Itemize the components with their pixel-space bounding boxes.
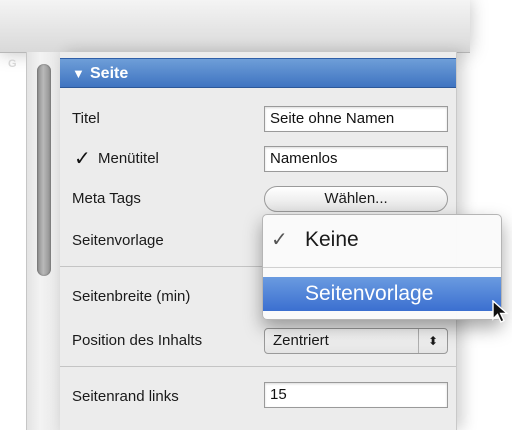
section-header-seite[interactable]: ▼ Seite bbox=[60, 58, 456, 88]
scrollbar-thumb[interactable] bbox=[37, 64, 51, 276]
checkmark-icon: ✓ bbox=[271, 229, 288, 251]
app-window: G ▼ Seite Titel Seite ohne Namen ✓ Menüt… bbox=[0, 0, 512, 430]
menu-item-label: Keine bbox=[305, 228, 359, 251]
scrollbar[interactable] bbox=[26, 52, 62, 430]
seitenrand-links-label: Seitenrand links bbox=[72, 388, 179, 405]
menu-item-seitenvorlage[interactable]: Seitenvorlage bbox=[263, 277, 501, 311]
menu-item-keine[interactable]: ✓ Keine bbox=[263, 223, 501, 257]
menutitel-input[interactable]: Namenlos bbox=[264, 146, 448, 172]
background-tab-label: G bbox=[8, 58, 17, 70]
disclosure-triangle-icon[interactable]: ▼ bbox=[72, 59, 85, 89]
position-select-value: Zentriert bbox=[273, 332, 329, 349]
mouse-pointer-icon bbox=[492, 300, 509, 323]
titel-input[interactable]: Seite ohne Namen bbox=[264, 106, 448, 132]
seitenbreite-label: Seitenbreite (min) bbox=[72, 288, 191, 305]
section-divider bbox=[60, 366, 456, 367]
titel-label: Titel bbox=[72, 110, 100, 127]
meta-tags-label: Meta Tags bbox=[72, 190, 141, 207]
position-select[interactable]: Zentriert ⬍ bbox=[264, 328, 448, 354]
meta-tags-choose-button[interactable]: Wählen... bbox=[264, 186, 448, 212]
menutitel-label: Menütitel bbox=[98, 150, 159, 167]
menu-item-label: Seitenvorlage bbox=[305, 282, 434, 305]
seitenrand-links-input[interactable]: 15 bbox=[264, 382, 448, 408]
window-toolbar bbox=[0, 0, 470, 53]
menutitel-checkbox-check-icon[interactable]: ✓ bbox=[74, 149, 92, 169]
section-title: Seite bbox=[90, 65, 129, 82]
seitenvorlage-popup-menu: ✓ Keine Seitenvorlage bbox=[262, 214, 502, 320]
seitenvorlage-label: Seitenvorlage bbox=[72, 232, 164, 249]
select-arrows-icon: ⬍ bbox=[418, 329, 447, 353]
menu-separator bbox=[263, 267, 501, 268]
position-label: Position des Inhalts bbox=[72, 332, 203, 349]
